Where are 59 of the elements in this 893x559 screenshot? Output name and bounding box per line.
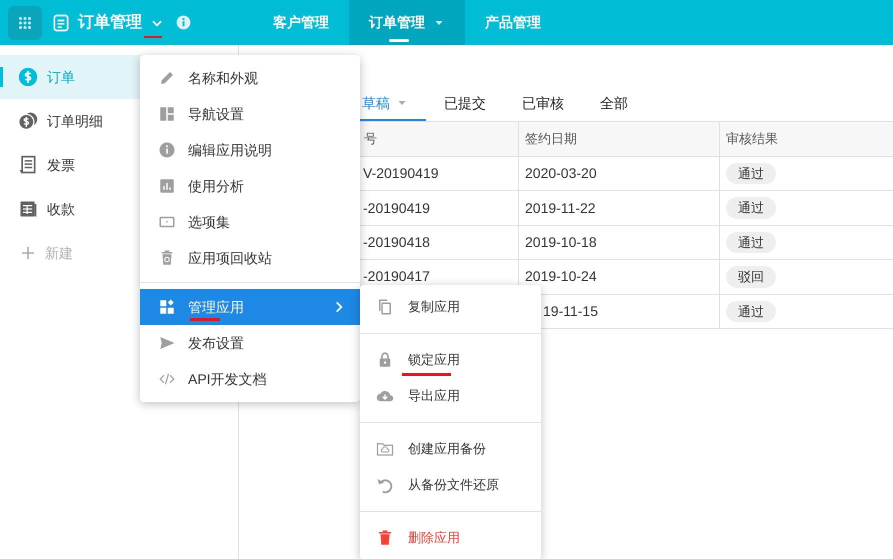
menu-item[interactable]: API开发文档 [140, 361, 360, 397]
filter-tab[interactable]: 已提交 [426, 85, 504, 121]
active-tab-underline [360, 119, 426, 121]
table-cell-text: V-20190419 [363, 164, 439, 184]
status-tag: 通过 [726, 300, 776, 322]
menu-item[interactable]: 发布设置 [140, 325, 360, 361]
filter-tab[interactable]: 已审核 [504, 85, 582, 121]
column-header: 号 [364, 130, 377, 148]
table-cell-text: -20190419 [363, 198, 430, 218]
submenu-item[interactable]: 导出应用 [360, 378, 541, 414]
table-cell-text: 2019-10-18 [525, 232, 597, 252]
trash-can-icon [376, 529, 394, 547]
submenu-item[interactable]: 复制应用 [360, 289, 541, 325]
dollar-coin-icon [18, 67, 38, 87]
selection-bar [0, 67, 3, 87]
annotation-underline [190, 318, 220, 321]
status-tag: 通过 [726, 162, 776, 184]
document-icon [51, 12, 71, 32]
table-cell-text: 2020-03-20 [525, 164, 597, 184]
status-tag: 驳回 [726, 266, 776, 288]
ledger-icon [18, 199, 38, 219]
info-icon [176, 15, 191, 30]
menu-item[interactable]: 选项集 [140, 204, 360, 240]
receipt-icon [18, 155, 38, 175]
table-cell-text: -20190417 [363, 267, 430, 286]
annotation-underline [402, 373, 451, 376]
table-cell-text: 2019-10-24 [525, 267, 597, 286]
status-tag: 通过 [726, 197, 776, 219]
submenu-item[interactable]: 从备份文件还原 [360, 467, 541, 503]
layout-icon [158, 105, 176, 123]
copy-icon [376, 298, 394, 316]
app-title: 订单管理 [78, 12, 142, 32]
submenu-item[interactable]: 删除应用 [360, 520, 541, 556]
active-tab-indicator [389, 39, 409, 42]
info-icon [158, 141, 176, 159]
table-cell-text: 19-11-15 [543, 302, 598, 321]
coins-icon [18, 111, 38, 131]
column-header: 审核结果 [726, 130, 778, 148]
bar-chart-icon [158, 177, 176, 195]
pencil-icon [158, 69, 176, 87]
menu-item[interactable]: 应用项回收站 [140, 240, 360, 276]
submenu-item[interactable]: 锁定应用 [360, 342, 541, 378]
apps-grid-button[interactable] [8, 6, 42, 40]
send-icon [158, 334, 176, 352]
filter-tab[interactable]: 草稿 [360, 85, 426, 121]
cloud-folder-icon [376, 440, 394, 458]
table-cell-text: 2019-11-22 [525, 198, 596, 218]
menu-item[interactable]: 编辑应用说明 [140, 132, 360, 168]
menu-item[interactable]: 导航设置 [140, 96, 360, 132]
status-tag: 通过 [726, 232, 776, 254]
table-cell-text: -20190418 [363, 232, 430, 252]
menu-item[interactable]: 管理应用 [140, 289, 360, 325]
apps-icon [158, 298, 176, 316]
column-header: 签约日期 [525, 130, 577, 148]
undo-arrow-icon [376, 476, 394, 494]
filter-tab[interactable]: 全部 [582, 85, 646, 121]
plus-icon [20, 245, 36, 261]
submenu-item[interactable]: 创建应用备份 [360, 431, 541, 467]
menu-item[interactable]: 使用分析 [140, 168, 360, 204]
